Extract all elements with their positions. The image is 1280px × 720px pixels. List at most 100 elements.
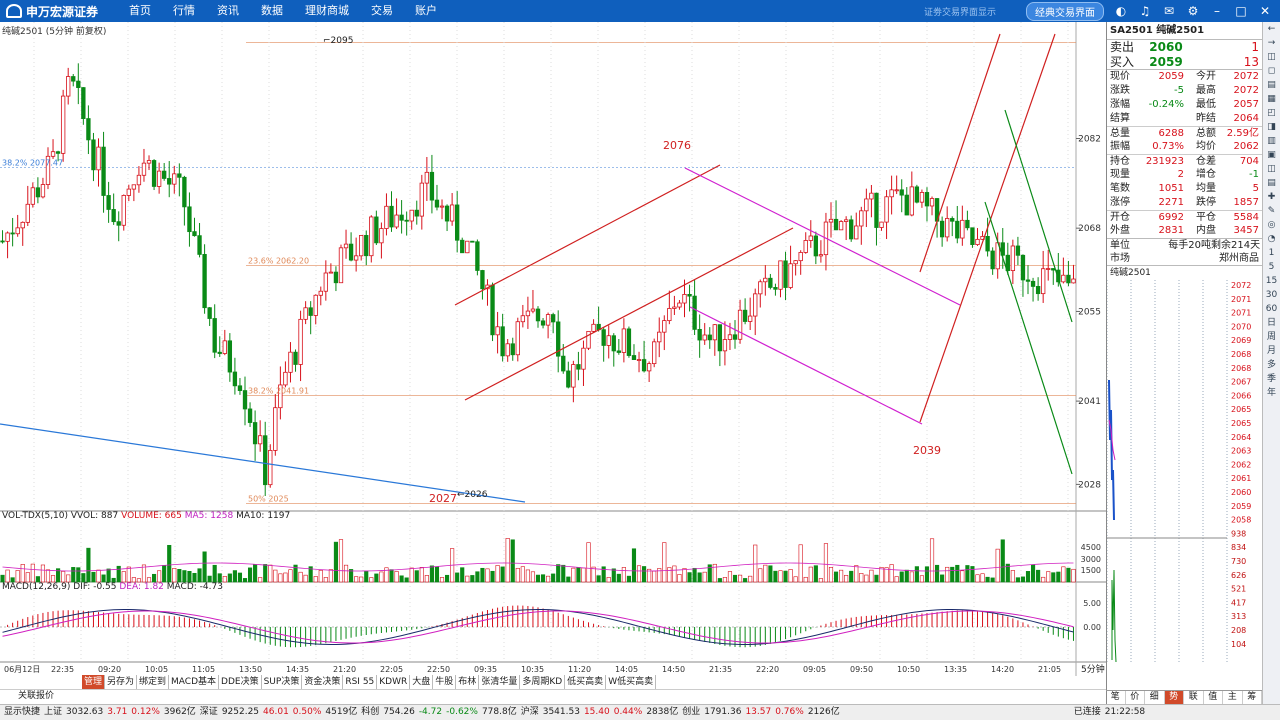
toolbar-item-1[interactable]: → bbox=[1263, 36, 1280, 50]
volume-bar bbox=[1051, 572, 1056, 583]
theme-icon[interactable]: ◐ bbox=[1114, 4, 1128, 18]
tab-trend[interactable]: 势 bbox=[1164, 691, 1184, 704]
toolbar-item-22[interactable]: 周 bbox=[1263, 330, 1280, 344]
close-icon[interactable]: ✕ bbox=[1258, 4, 1272, 18]
sell-qty: 1 bbox=[1251, 40, 1259, 54]
tab-multi-kd[interactable]: 多周期KD bbox=[520, 675, 566, 689]
headset-icon[interactable]: ♫ bbox=[1138, 4, 1152, 18]
candle-body bbox=[283, 371, 288, 386]
tab-detail[interactable]: 细 bbox=[1145, 691, 1165, 704]
nav-wealth[interactable]: 理财商城 bbox=[294, 0, 360, 22]
toolbar-item-16[interactable]: 1 bbox=[1263, 246, 1280, 260]
volume-bar bbox=[480, 567, 485, 583]
toolbar-item-25[interactable]: 季 bbox=[1263, 372, 1280, 386]
nav-trade[interactable]: 交易 bbox=[360, 0, 404, 22]
status-item: 科创 bbox=[361, 707, 380, 717]
candle-body bbox=[91, 139, 96, 171]
toolbar-item-23[interactable]: 月 bbox=[1263, 344, 1280, 358]
status-item[interactable]: 显示快捷 bbox=[0, 707, 40, 717]
toolbar-item-3[interactable]: ◻ bbox=[1263, 64, 1280, 78]
nav-account[interactable]: 账户 bbox=[404, 0, 448, 22]
toolbar-item-7[interactable]: ◨ bbox=[1263, 120, 1280, 134]
mini-tick-chart[interactable]: 2072 2071 2071 2070 2069 2068 2068 2067 2066 2065… bbox=[1106, 280, 1261, 663]
volume-bar bbox=[278, 573, 283, 583]
status-item: 754.26 bbox=[383, 707, 415, 717]
tab-market[interactable]: 大盘 bbox=[410, 675, 434, 689]
tab-save-as[interactable]: 另存为 bbox=[105, 675, 138, 689]
toolbar-item-15[interactable]: ◔ bbox=[1263, 232, 1280, 246]
tab-zqh[interactable]: 张清华量 bbox=[479, 675, 521, 689]
toolbar-item-14[interactable]: ◎ bbox=[1263, 218, 1280, 232]
top-message: 证劵交易界面显示 bbox=[923, 7, 996, 18]
volume-bar bbox=[530, 571, 536, 583]
tab-chips[interactable]: 筹 bbox=[1243, 691, 1262, 704]
tab-manage[interactable]: 管理 bbox=[82, 675, 106, 689]
candle-body bbox=[702, 334, 707, 341]
toolbar-item-21[interactable]: 日 bbox=[1263, 316, 1280, 330]
related-quote-bar[interactable]: 关联报价 bbox=[0, 689, 1106, 702]
tab-fund[interactable]: 资金决策 bbox=[302, 675, 344, 689]
tab-bull[interactable]: 牛股 bbox=[433, 675, 457, 689]
volume-bar bbox=[778, 570, 783, 583]
tab-boll[interactable]: 布林 bbox=[456, 675, 480, 689]
toolbar-item-2[interactable]: ◫ bbox=[1263, 50, 1280, 64]
tab-price[interactable]: 价 bbox=[1126, 691, 1145, 704]
toolbar-item-10[interactable]: ◫ bbox=[1263, 162, 1280, 176]
volume-bar bbox=[217, 573, 222, 583]
toolbar-item-5[interactable]: ▦ bbox=[1263, 92, 1280, 106]
candle-body bbox=[222, 340, 227, 354]
candle-body bbox=[379, 228, 384, 244]
chart-canvas[interactable]: 2082 2068 2055 2041 2028 38.2% 2077.47 23.6% 2… bbox=[0, 22, 1106, 676]
quote-label: 最高 bbox=[1196, 85, 1216, 96]
toolbar-item-9[interactable]: ▣ bbox=[1263, 148, 1280, 162]
tab-main[interactable]: 主 bbox=[1223, 691, 1243, 704]
toolbar-item-13[interactable]: ✎ bbox=[1263, 204, 1280, 218]
candle-body bbox=[621, 328, 627, 353]
toolbar-item-18[interactable]: 15 bbox=[1263, 274, 1280, 288]
toolbar-item-0[interactable]: ← bbox=[1263, 22, 1280, 36]
mail-icon[interactable]: ✉ bbox=[1162, 4, 1176, 18]
indicator-tabs: 管理 另存为 绑定到 MACD基本 DDE决策 SUP决策 资金决策 RSI 5… bbox=[82, 675, 657, 689]
tab-sup[interactable]: SUP决策 bbox=[262, 675, 303, 689]
tab-lowbuy[interactable]: 低买高卖 bbox=[565, 675, 607, 689]
tab-bi[interactable]: 笔 bbox=[1106, 691, 1126, 704]
tab-value[interactable]: 值 bbox=[1204, 691, 1223, 704]
minimize-icon[interactable]: – bbox=[1210, 4, 1224, 18]
toolbar-item-20[interactable]: 60 bbox=[1263, 302, 1280, 316]
candle-body bbox=[374, 216, 379, 244]
tab-link[interactable]: 联 bbox=[1184, 691, 1204, 704]
maximize-icon[interactable]: □ bbox=[1234, 4, 1248, 18]
tab-bind[interactable]: 绑定到 bbox=[137, 675, 170, 689]
nav-home[interactable]: 首页 bbox=[118, 0, 162, 22]
candle-body bbox=[550, 314, 556, 323]
settings-icon[interactable]: ⚙ bbox=[1186, 4, 1200, 18]
toolbar-item-11[interactable]: ▤ bbox=[1263, 176, 1280, 190]
candle-body bbox=[288, 351, 293, 373]
volume-bar bbox=[409, 567, 414, 583]
status-item[interactable]: 已连接 bbox=[1074, 707, 1101, 717]
nav-market[interactable]: 行情 bbox=[162, 0, 206, 22]
toolbar-item-24[interactable]: 多 bbox=[1263, 358, 1280, 372]
toolbar-item-4[interactable]: ▤ bbox=[1263, 78, 1280, 92]
toolbar-item-19[interactable]: 30 bbox=[1263, 288, 1280, 302]
unit-label: 单位 bbox=[1110, 240, 1130, 251]
toolbar-item-6[interactable]: ◰ bbox=[1263, 106, 1280, 120]
classic-trade-button[interactable]: 经典交易界面 bbox=[1026, 1, 1104, 21]
volume-bar bbox=[162, 565, 167, 583]
tab-rsi[interactable]: RSI 55 bbox=[343, 675, 378, 689]
tab-dde[interactable]: DDE决策 bbox=[219, 675, 262, 689]
volume-bar bbox=[899, 571, 904, 583]
toolbar-item-17[interactable]: 5 bbox=[1263, 260, 1280, 274]
toolbar-item-12[interactable]: ✚ bbox=[1263, 190, 1280, 204]
volume-bar bbox=[980, 573, 985, 583]
time-label-15: 21:35 bbox=[709, 665, 732, 674]
quote-code: SA2501 bbox=[1110, 25, 1153, 36]
tab-macd[interactable]: MACD基本 bbox=[169, 675, 220, 689]
toolbar-item-8[interactable]: ▥ bbox=[1263, 134, 1280, 148]
tab-kdwr[interactable]: KDWR bbox=[377, 675, 411, 689]
candle-body bbox=[960, 219, 965, 239]
toolbar-item-26[interactable]: 年 bbox=[1263, 386, 1280, 400]
nav-news[interactable]: 资讯 bbox=[206, 0, 250, 22]
nav-data[interactable]: 数据 bbox=[250, 0, 294, 22]
tab-w-lowbuy[interactable]: W低买高卖 bbox=[606, 675, 657, 689]
